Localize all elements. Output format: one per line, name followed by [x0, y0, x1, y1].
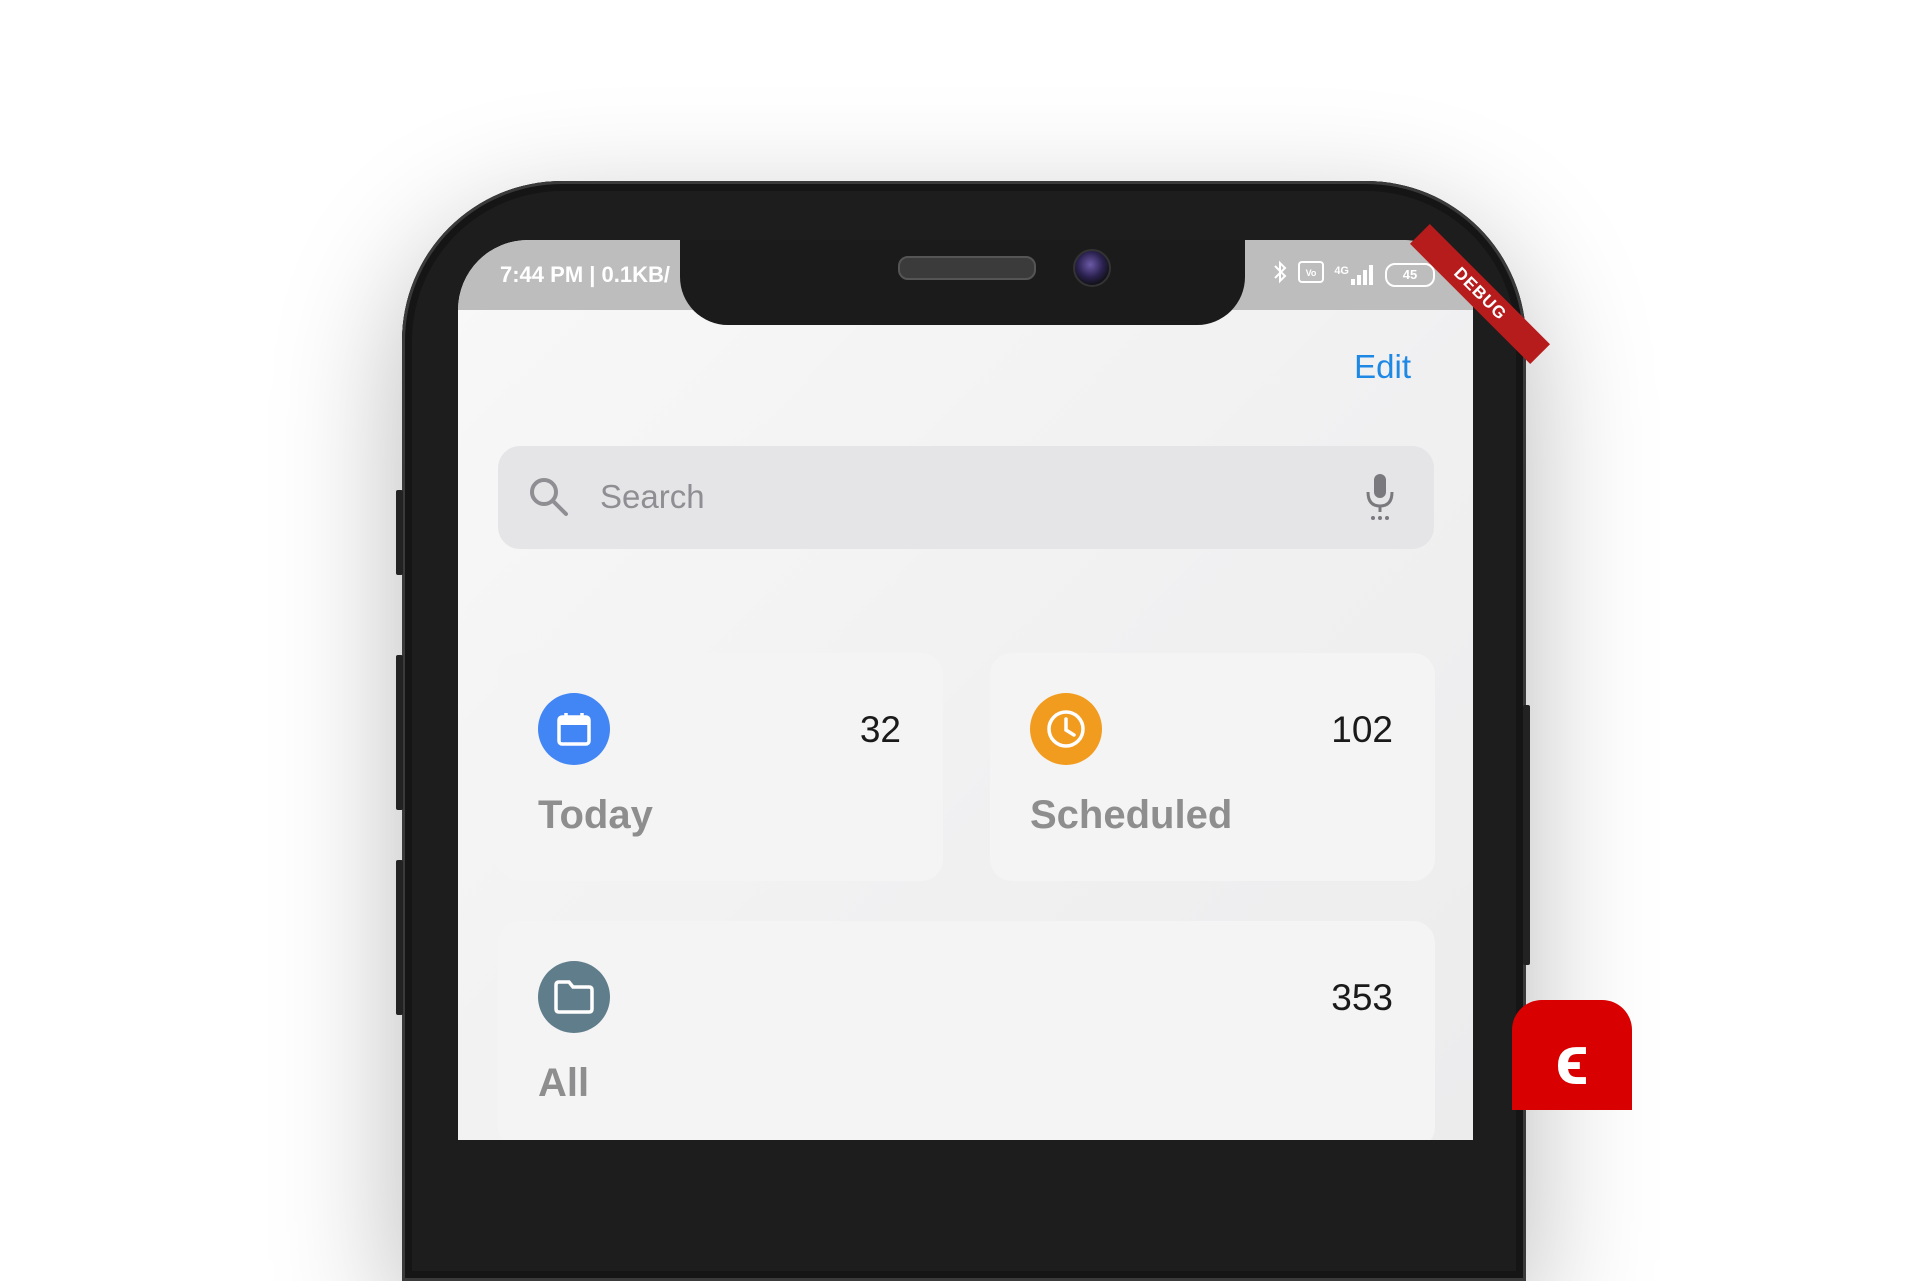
power-button: [1523, 705, 1530, 965]
today-label: Today: [538, 793, 653, 837]
app-screen: 7:44 PM | 0.1KB/ Vo 4G 45 Edit Search 32…: [458, 240, 1473, 1140]
search-bar[interactable]: [498, 446, 1434, 549]
all-count: 353: [1331, 977, 1393, 1018]
microphone-icon[interactable]: [1364, 472, 1396, 527]
side-button: [396, 860, 403, 1015]
folder-icon: [538, 961, 610, 1033]
front-camera: [1073, 249, 1111, 287]
scheduled-label: Scheduled: [1030, 793, 1233, 837]
signal-icon: 4G: [1334, 265, 1375, 285]
status-time: 7:44 PM | 0.1KB/: [500, 262, 670, 287]
today-count: 32: [859, 709, 901, 750]
all-label: All: [538, 1061, 590, 1105]
search-input[interactable]: [598, 468, 1302, 526]
edit-button[interactable]: Edit: [1354, 348, 1411, 386]
side-button: [396, 655, 403, 810]
today-card[interactable]: 32 Today: [498, 653, 943, 881]
bluetooth-icon: [1272, 260, 1288, 290]
floating-app-badge[interactable]: ϵ: [1512, 1000, 1632, 1110]
battery-icon: 45: [1385, 263, 1435, 287]
phone-notch: [680, 240, 1245, 325]
clock-icon: [1030, 693, 1102, 765]
calendar-icon: [538, 693, 610, 765]
all-card[interactable]: 353 All: [498, 921, 1435, 1140]
speaker-grille: [898, 256, 1036, 280]
volte-icon: Vo: [1298, 261, 1325, 289]
scheduled-card[interactable]: 102 Scheduled: [990, 653, 1435, 881]
svg-text:Vo: Vo: [1306, 268, 1317, 278]
search-icon: [528, 476, 570, 523]
status-icons: Vo 4G 45: [1272, 260, 1435, 290]
scheduled-count: 102: [1331, 709, 1393, 750]
side-button: [396, 490, 403, 575]
network-label: 4G: [1334, 265, 1349, 277]
